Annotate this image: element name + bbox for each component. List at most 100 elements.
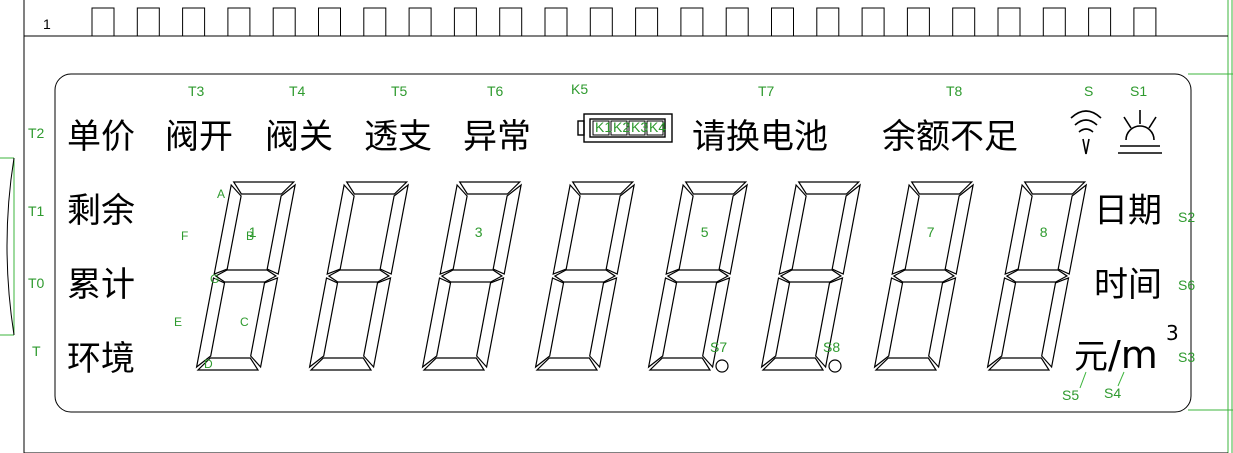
digit-7-segment-a: [910, 181, 974, 195]
indicator-price: 单价: [67, 117, 135, 157]
indicator-low-balance: 余额不足: [882, 117, 1018, 157]
digit-8-segment-c: [1041, 277, 1070, 369]
label-seg-f: F: [181, 229, 188, 243]
pin: [499, 7, 523, 37]
guide-lines: [0, 0, 1233, 453]
label-t2: T2: [28, 125, 45, 141]
digit-3-segment-f: [439, 183, 468, 275]
indicator-valve-open: 阀开: [165, 117, 233, 157]
digit-5-segment-f: [665, 183, 694, 275]
label-s7: S7: [710, 339, 727, 355]
digit-7-segment-d: [874, 357, 938, 371]
unit-superscript: 3: [1166, 321, 1179, 345]
label-k4: K4: [649, 119, 666, 135]
pin: [816, 7, 840, 37]
pin: [182, 7, 206, 37]
pin: [997, 7, 1021, 37]
pin: [91, 7, 115, 37]
label-k1: K1: [595, 119, 612, 135]
pin: [725, 7, 749, 37]
indicator-time: 时间: [1094, 265, 1162, 305]
digit-1-segment-b: [266, 183, 296, 275]
wifi-signal-icon: [1070, 110, 1102, 155]
indicator-valve-close: 阀关: [265, 117, 333, 157]
digit-1-segment-a: [232, 181, 296, 195]
pin: [1088, 7, 1112, 37]
digit-3-segment-e: [421, 277, 452, 369]
decimal-point-icon: [715, 359, 729, 373]
digit-4-segment-d: [535, 357, 599, 371]
label-seg-c: C: [240, 315, 249, 329]
label-k2: K2: [613, 119, 630, 135]
digit-2-segment-g: [327, 269, 391, 283]
lcd-drawing: 1 单价 阀开 阀关 透支 异常 请换电池 余额不足 K1 K2 K3 K4 剩…: [0, 0, 1233, 453]
pin: [136, 7, 160, 37]
indicator-remaining: 剩余: [67, 191, 135, 231]
digit-8-segment-d: [987, 357, 1051, 371]
digit-4-segment-c: [589, 277, 618, 369]
pin: [318, 7, 341, 37]
pin: [861, 7, 885, 37]
label-t7: T7: [758, 83, 775, 99]
digit-7-segment-g: [892, 269, 956, 283]
digit-2-segment-b: [379, 183, 409, 275]
digit-2-segment-f: [326, 183, 355, 275]
indicator-cumulative: 累计: [67, 265, 135, 305]
digit-7-segment-e: [873, 277, 904, 369]
right-indicators: 日期 时间 元 /m 3: [1074, 191, 1179, 377]
digit-5-segment-g: [666, 269, 730, 283]
digit-numbers: 1 3 5 7 8: [249, 224, 1048, 240]
label-s3: S3: [1178, 349, 1195, 365]
label-t5: T5: [391, 83, 408, 99]
digit-2-segment-e: [308, 277, 339, 369]
indicator-overdraft: 透支: [364, 117, 432, 157]
unit-yuan: 元: [1074, 337, 1108, 377]
digit-3-segment-a: [458, 181, 522, 195]
digit-3-segment-d: [422, 357, 486, 371]
digit-4-segment-a: [571, 181, 635, 195]
label-k5: K5: [571, 81, 588, 97]
indicator-replace-battery: 请换电池: [692, 117, 828, 157]
pin: [408, 7, 432, 37]
digit-5-segment-b: [718, 183, 748, 275]
indicator-abnormal: 异常: [463, 117, 531, 157]
pin: [363, 7, 387, 37]
digit-8-segment-e: [986, 277, 1017, 369]
label-seg-e: E: [174, 315, 182, 329]
digit-4-segment-e: [534, 277, 565, 369]
pin: [272, 7, 296, 37]
label-t6: T6: [487, 83, 504, 99]
pin: [680, 7, 704, 37]
label-k3: K3: [631, 119, 648, 135]
digit-6-segment-d: [761, 357, 825, 371]
label-t4: T4: [289, 83, 306, 99]
label-s5: S5: [1062, 387, 1079, 403]
digit-8-segment-a: [1023, 181, 1087, 195]
digit-6-segment-a: [797, 181, 861, 195]
digit-number-label: 5: [701, 224, 709, 240]
label-s4: S4: [1104, 385, 1121, 401]
digit-3-segment-c: [476, 277, 505, 369]
pin: [906, 7, 930, 37]
digit-7-segment-b: [944, 183, 974, 275]
pin-number: 1: [43, 16, 51, 32]
digit-6-segment-g: [779, 269, 843, 283]
pin: [1133, 7, 1157, 37]
indicator-environment: 环境: [67, 339, 135, 379]
label-s8: S8: [823, 339, 840, 355]
digit-1-segment-e: [195, 277, 226, 369]
pin: [635, 7, 659, 37]
digit-number-label: 1: [249, 224, 257, 240]
indicator-date: 日期: [1094, 191, 1162, 231]
digit-7-segment-f: [891, 183, 920, 275]
digit-1-segment-g: [214, 269, 278, 283]
digit-8-segment-f: [1004, 183, 1033, 275]
digit-2-segment-a: [345, 181, 409, 195]
digit-number-label: 3: [475, 224, 483, 240]
digit-4-segment-b: [605, 183, 635, 275]
label-seg-d: D: [204, 357, 213, 371]
pin: [227, 7, 251, 37]
label-t8: T8: [946, 83, 963, 99]
label-s6: S6: [1178, 277, 1195, 293]
pin: [1042, 7, 1066, 37]
